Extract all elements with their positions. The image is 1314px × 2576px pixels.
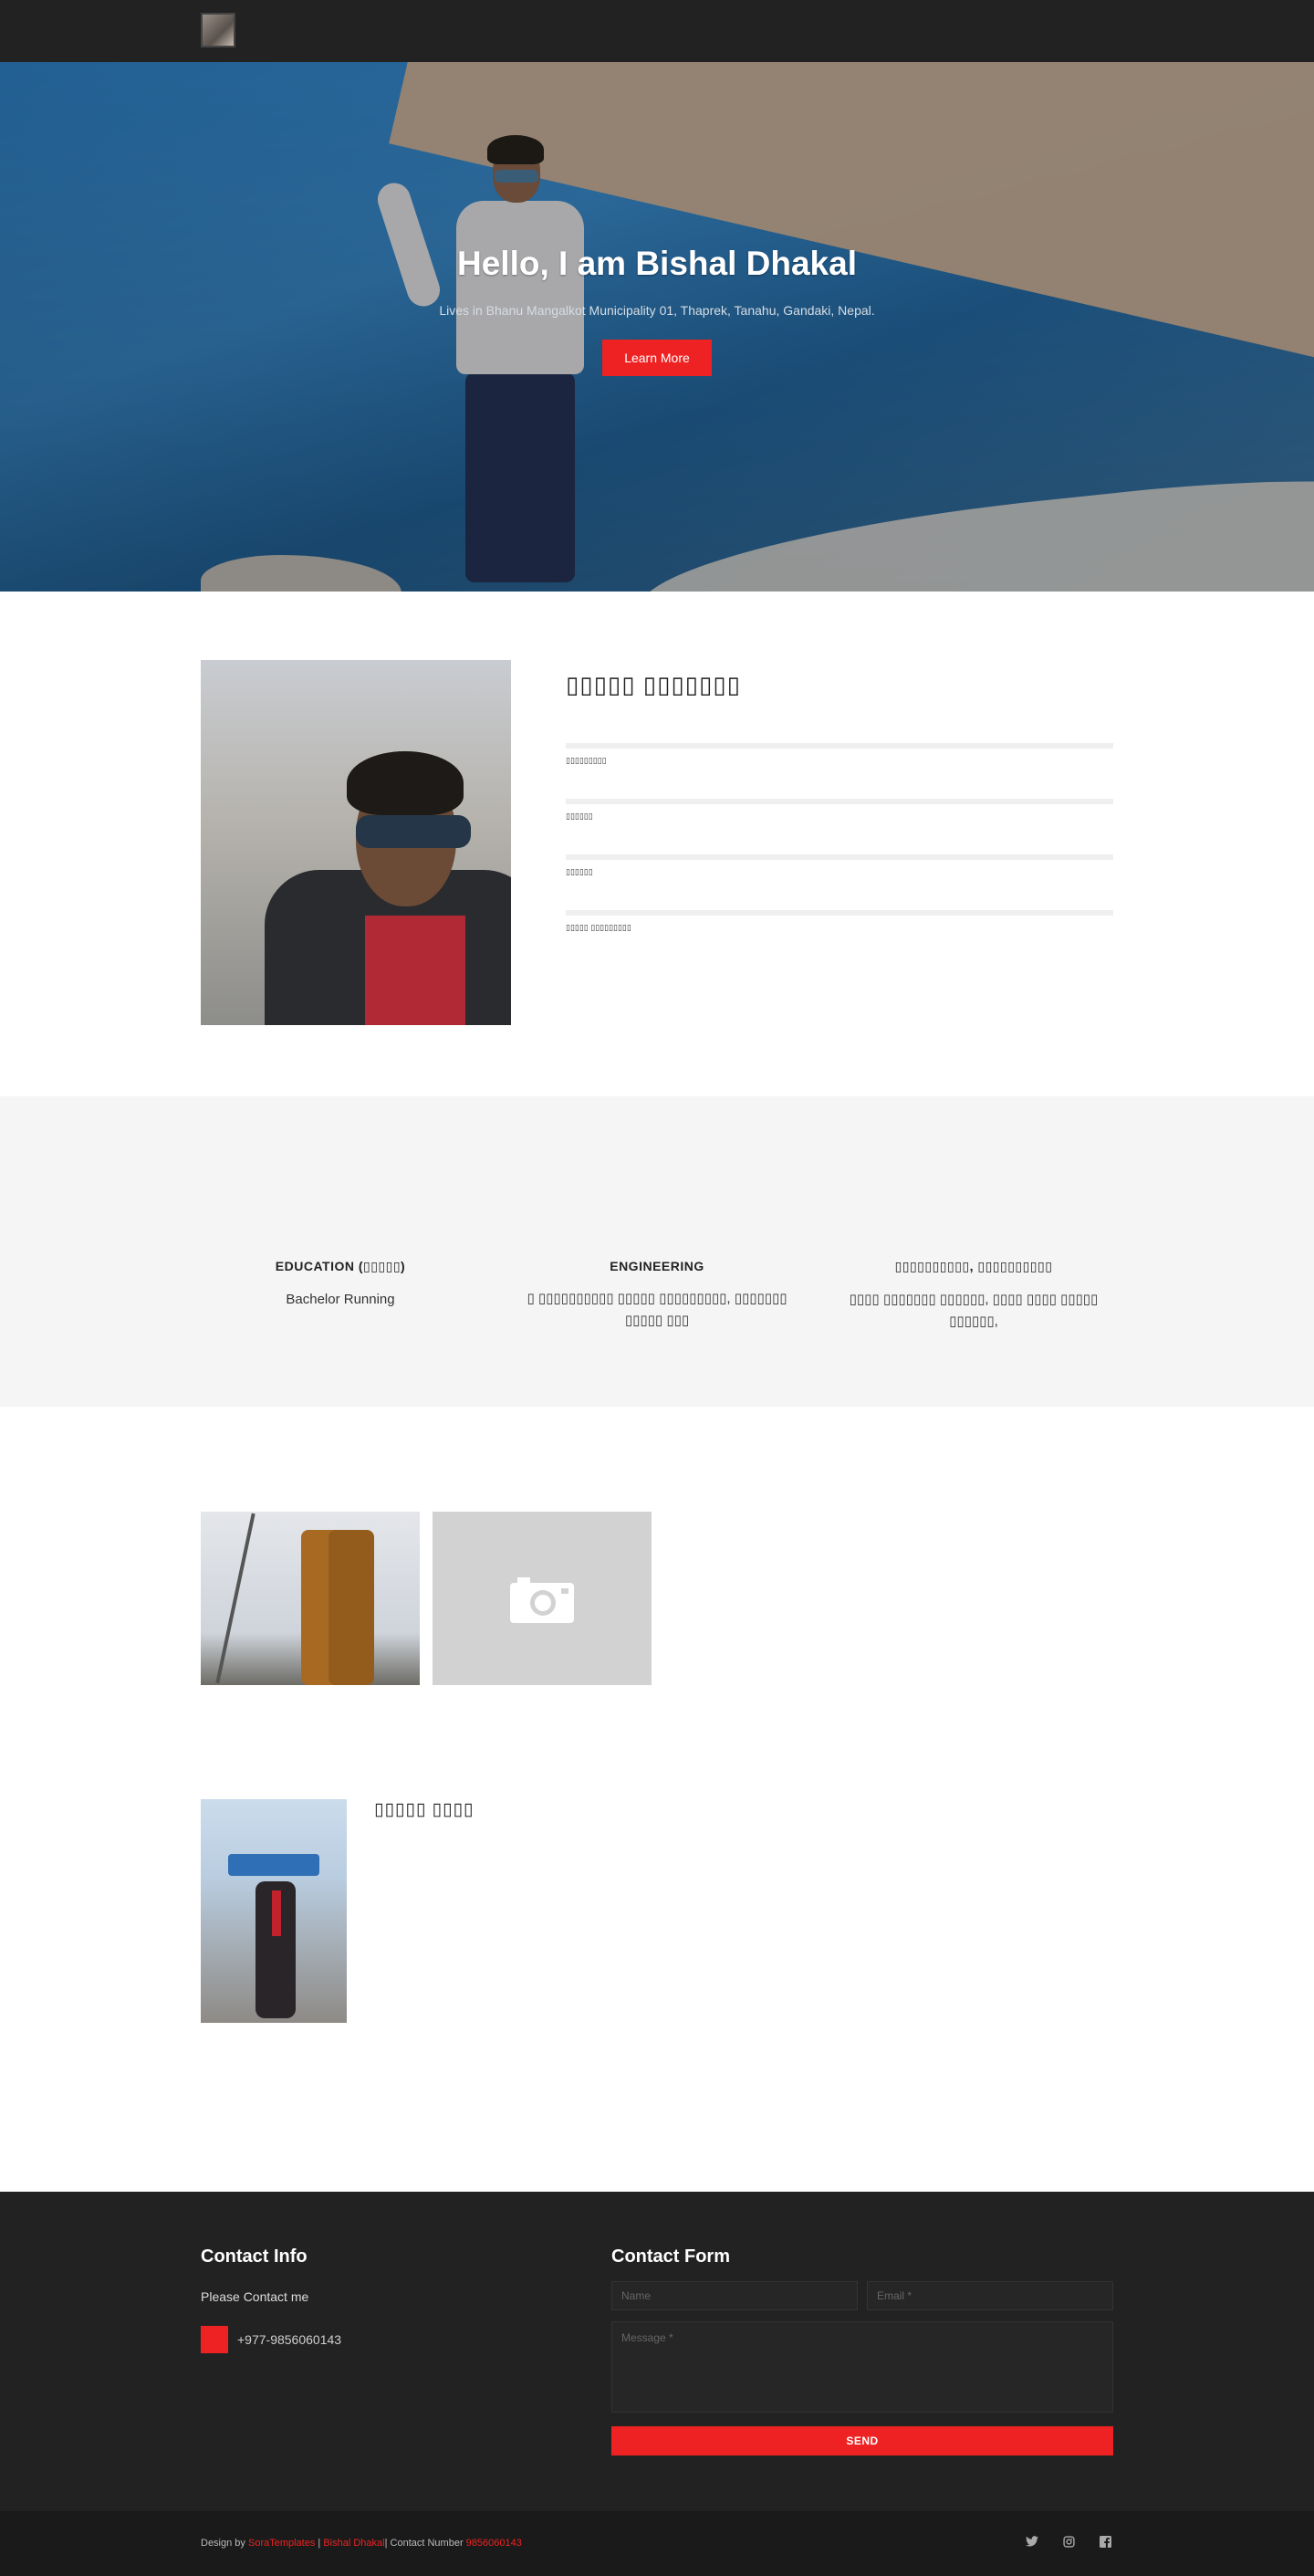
skill-progress-bar bbox=[566, 854, 1113, 860]
contact-form: Contact Form SEND bbox=[611, 2246, 1113, 2456]
hero-background-rocks-left bbox=[201, 555, 402, 592]
skill-progress-bar bbox=[566, 799, 1113, 804]
footer-separator: | bbox=[315, 2538, 324, 2549]
contact-info: Contact Info Please Contact me +977-9856… bbox=[201, 2246, 341, 2353]
about-title: ▯▯▯▯▯ ▯▯▯▯▯▯▯ bbox=[566, 671, 741, 698]
skill-item: ▯▯▯▯▯▯ bbox=[566, 799, 1113, 822]
blog-post-title[interactable]: ▯▯▯▯▯ ▯▯▯▯ bbox=[374, 1799, 474, 1820]
social-links bbox=[1024, 2533, 1113, 2550]
contact-form-row bbox=[611, 2281, 1113, 2310]
contact-info-text: Please Contact me bbox=[201, 2289, 309, 2304]
soratemplates-link[interactable]: SoraTemplates bbox=[248, 2538, 315, 2549]
about-section: ▯▯▯▯▯ ▯▯▯▯▯▯▯ ▯▯▯▯▯▯▯▯▯ ▯▯▯▯▯▯ ▯▯▯▯▯▯ ▯▯… bbox=[0, 592, 1314, 1096]
feature-third: ▯▯▯▯▯▯▯▯▯▯, ▯▯▯▯▯▯▯▯▯▯ ▯▯▯▯ ▯▯▯▯▯▯▯ ▯▯▯▯… bbox=[823, 1259, 1124, 1333]
footer-credit: Design by SoraTemplates | Bishal Dhakal|… bbox=[201, 2538, 522, 2549]
name-field[interactable] bbox=[611, 2281, 858, 2310]
blog-post-thumbnail[interactable] bbox=[201, 1799, 347, 2023]
skill-item: ▯▯▯▯▯ ▯▯▯▯▯▯▯▯▯ bbox=[566, 910, 1113, 933]
skill-progress-bar bbox=[566, 910, 1113, 916]
contact-phone-row: +977-9856060143 bbox=[201, 2326, 341, 2353]
hero-background-rocks bbox=[634, 457, 1314, 592]
skill-label: ▯▯▯▯▯▯ bbox=[566, 812, 593, 821]
camera-icon bbox=[510, 1577, 574, 1623]
gallery-image-1[interactable] bbox=[201, 1512, 420, 1685]
top-navbar bbox=[0, 0, 1314, 62]
phone-icon bbox=[201, 2326, 228, 2353]
feature-title: EDUCATION (▯▯▯▯▯) bbox=[275, 1259, 406, 1273]
message-field[interactable] bbox=[611, 2321, 1113, 2413]
site-logo[interactable] bbox=[201, 13, 235, 47]
feature-title: ENGINEERING bbox=[610, 1259, 704, 1273]
footer: Design by SoraTemplates | Bishal Dhakal|… bbox=[0, 2511, 1314, 2576]
footer-contact-label: | Contact Number bbox=[384, 2538, 466, 2549]
contact-info-title: Contact Info bbox=[201, 2246, 308, 2267]
contact-section: Contact Info Please Contact me +977-9856… bbox=[0, 2192, 1314, 2511]
learn-more-button[interactable]: Learn More bbox=[602, 340, 712, 376]
about-portrait-image bbox=[201, 660, 511, 1025]
twitter-icon[interactable] bbox=[1024, 2533, 1040, 2550]
footer-design-by: Design by bbox=[201, 2538, 248, 2549]
feature-title: ▯▯▯▯▯▯▯▯▯▯, ▯▯▯▯▯▯▯▯▯▯ bbox=[894, 1259, 1053, 1273]
author-link[interactable]: Bishal Dhakal bbox=[323, 2538, 384, 2549]
contact-phone: +977-9856060143 bbox=[237, 2332, 342, 2347]
skill-progress-bar bbox=[566, 743, 1113, 749]
gallery-image-placeholder[interactable] bbox=[433, 1512, 652, 1685]
about-body: ▯▯▯▯▯ ▯▯▯▯▯▯▯ ▯▯▯▯▯▯▯▯▯ ▯▯▯▯▯▯ ▯▯▯▯▯▯ ▯▯… bbox=[566, 660, 1113, 933]
blog-section: ▯▯▯▯▯ ▯▯▯▯ bbox=[0, 1799, 1314, 2192]
contact-form-title: Contact Form bbox=[611, 2246, 730, 2267]
skill-item: ▯▯▯▯▯▯ bbox=[566, 854, 1113, 877]
features-section: EDUCATION (▯▯▯▯▯) Bachelor Running ENGIN… bbox=[0, 1096, 1314, 1407]
footer-contact-number[interactable]: 9856060143 bbox=[466, 2538, 522, 2549]
skill-item: ▯▯▯▯▯▯▯▯▯ bbox=[566, 743, 1113, 766]
skill-label: ▯▯▯▯▯ ▯▯▯▯▯▯▯▯▯ bbox=[566, 923, 631, 932]
hero-content: Hello, I am Bishal Dhakal Lives in Bhanu… bbox=[0, 245, 1314, 376]
facebook-icon[interactable] bbox=[1097, 2533, 1113, 2550]
feature-text: ▯▯▯▯ ▯▯▯▯▯▯▯ ▯▯▯▯▯▯, ▯▯▯▯ ▯▯▯▯ ▯▯▯▯▯ ▯▯▯… bbox=[849, 1292, 1099, 1329]
skills-list: ▯▯▯▯▯▯▯▯▯ ▯▯▯▯▯▯ ▯▯▯▯▯▯ ▯▯▯▯▯ ▯▯▯▯▯▯▯▯▯ bbox=[566, 743, 1113, 933]
feature-text: ▯ ▯▯▯▯▯▯▯▯▯▯ ▯▯▯▯▯ ▯▯▯▯▯▯▯▯▯, ▯▯▯▯▯▯▯ ▯▯… bbox=[527, 1291, 787, 1328]
instagram-icon[interactable] bbox=[1060, 2533, 1077, 2550]
gallery-section bbox=[0, 1407, 1314, 1799]
hero-subtitle: Lives in Bhanu Mangalkot Municipality 01… bbox=[439, 303, 875, 318]
hero-title: Hello, I am Bishal Dhakal bbox=[457, 245, 857, 282]
feature-education: EDUCATION (▯▯▯▯▯) Bachelor Running bbox=[190, 1259, 491, 1311]
email-field[interactable] bbox=[867, 2281, 1113, 2310]
hero-section: Hello, I am Bishal Dhakal Lives in Bhanu… bbox=[0, 62, 1314, 592]
skill-label: ▯▯▯▯▯▯▯▯▯ bbox=[566, 756, 607, 765]
feature-engineering: ENGINEERING ▯ ▯▯▯▯▯▯▯▯▯▯ ▯▯▯▯▯ ▯▯▯▯▯▯▯▯▯… bbox=[506, 1259, 808, 1332]
feature-text: Bachelor Running bbox=[286, 1292, 395, 1307]
skill-label: ▯▯▯▯▯▯ bbox=[566, 867, 593, 876]
send-button[interactable]: SEND bbox=[611, 2426, 1113, 2456]
